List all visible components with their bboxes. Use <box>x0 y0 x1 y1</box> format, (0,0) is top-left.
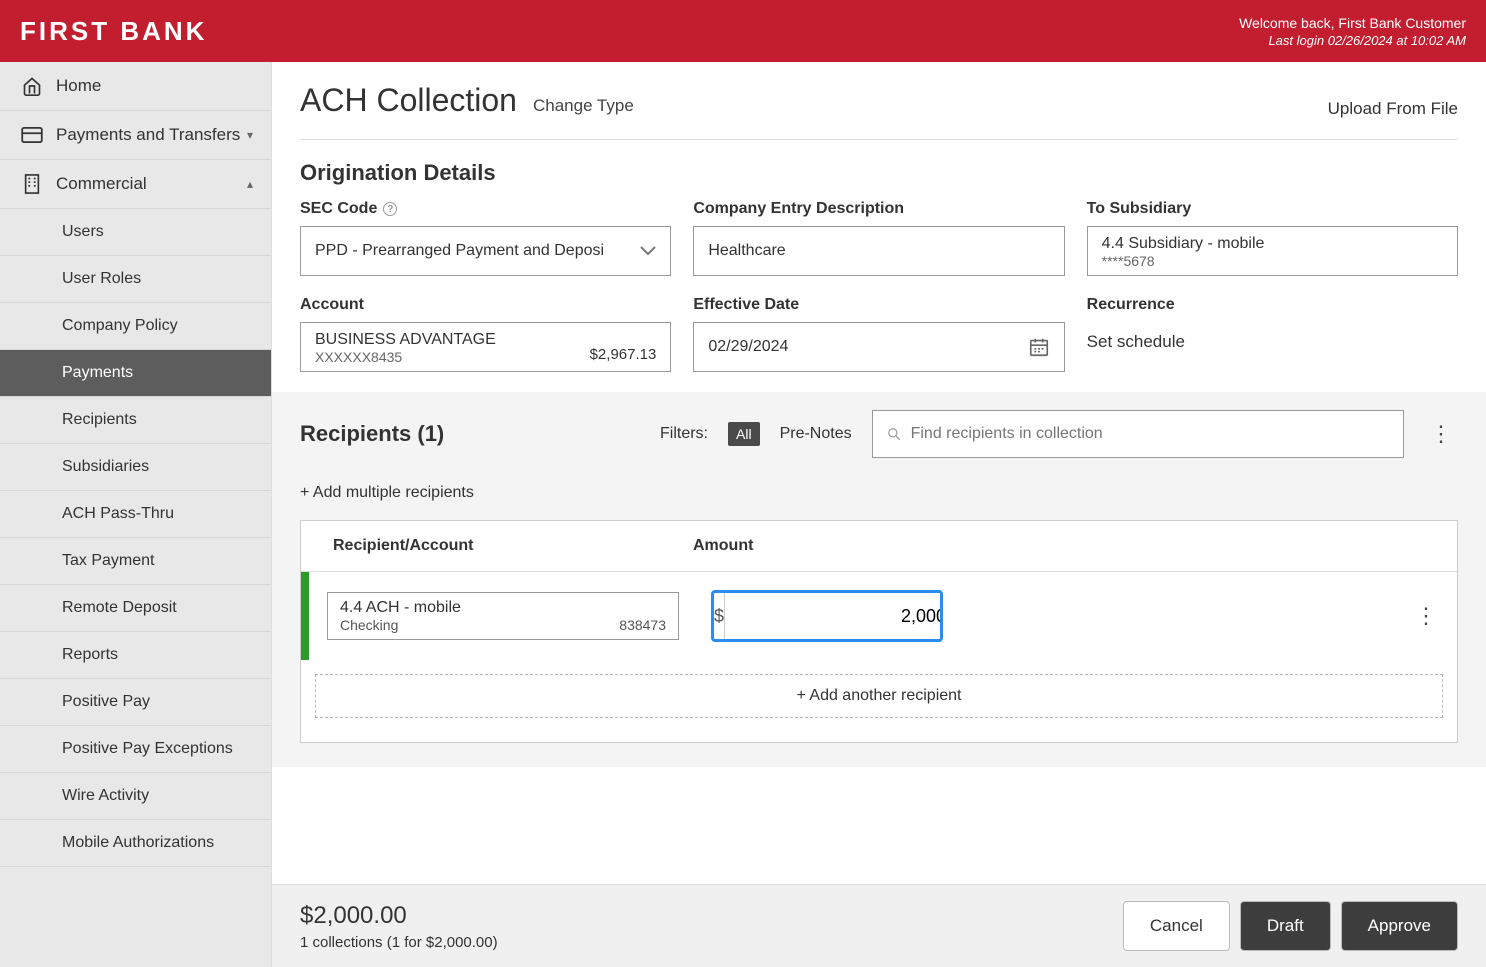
account-select[interactable]: BUSINESS ADVANTAGE XXXXXX8435 $2,967.13 <box>300 322 671 372</box>
sidebar-item-ach-passthru[interactable]: ACH Pass-Thru <box>0 491 271 538</box>
sidebar-item-payments[interactable]: Payments <box>0 350 271 397</box>
sec-code-value: PPD - Prearranged Payment and Deposi <box>315 242 604 260</box>
origination-title: Origination Details <box>300 160 1458 186</box>
sidebar-item-recipients[interactable]: Recipients <box>0 397 271 444</box>
sidebar-item-positive-pay[interactable]: Positive Pay <box>0 679 271 726</box>
sidebar-item-company-policy[interactable]: Company Policy <box>0 303 271 350</box>
building-icon <box>18 174 46 194</box>
upload-from-file-link[interactable]: Upload From File <box>1328 99 1458 119</box>
search-icon <box>887 427 901 441</box>
sidebar-item-mobile-auth[interactable]: Mobile Authorizations <box>0 820 271 867</box>
sec-code-label: SEC Code ? <box>300 200 671 218</box>
account-balance: $2,967.13 <box>590 346 657 363</box>
recipient-select[interactable]: 4.4 ACH - mobile Checking 838473 <box>327 592 679 640</box>
recurrence-label: Recurrence <box>1087 296 1458 314</box>
filter-prenotes[interactable]: Pre-Notes <box>780 425 852 443</box>
sidebar-item-user-roles[interactable]: User Roles <box>0 256 271 303</box>
sidebar: Home Payments and Transfers ▾ Commercial… <box>0 62 272 967</box>
chevron-up-icon: ▴ <box>247 177 253 191</box>
ced-label: Company Entry Description <box>693 200 1064 218</box>
total-summary: 1 collections (1 for $2,000.00) <box>300 934 498 951</box>
sidebar-label: Commercial <box>56 174 247 194</box>
subsidiary-number: ****5678 <box>1102 253 1443 269</box>
sidebar-label: Home <box>56 76 253 96</box>
page-title: ACH Collection <box>300 82 517 119</box>
help-icon[interactable]: ? <box>383 202 397 216</box>
subsidiary-name: 4.4 Subsidiary - mobile <box>1102 235 1443 253</box>
cancel-button[interactable]: Cancel <box>1123 901 1230 951</box>
effective-date-label: Effective Date <box>693 296 1064 314</box>
to-subsidiary-label: To Subsidiary <box>1087 200 1458 218</box>
sidebar-item-home[interactable]: Home <box>0 62 271 111</box>
amount-input-wrapper: $ <box>711 590 943 642</box>
welcome-block: Welcome back, First Bank Customer Last l… <box>1239 15 1466 48</box>
recipient-account-type: Checking <box>340 617 398 633</box>
sidebar-item-commercial[interactable]: Commercial ▴ <box>0 160 271 209</box>
approve-button[interactable]: Approve <box>1341 901 1458 951</box>
to-subsidiary-select[interactable]: 4.4 Subsidiary - mobile ****5678 <box>1087 226 1458 276</box>
home-icon <box>18 76 46 96</box>
sidebar-item-wire-activity[interactable]: Wire Activity <box>0 773 271 820</box>
bank-logo: FIRST BANK <box>20 16 207 47</box>
column-amount: Amount <box>693 537 933 555</box>
sidebar-item-remote-deposit[interactable]: Remote Deposit <box>0 585 271 632</box>
recipients-more-menu[interactable]: ⋮ <box>1424 421 1458 447</box>
account-label: Account <box>300 296 671 314</box>
row-more-menu[interactable]: ⋮ <box>1415 603 1437 629</box>
recipient-name: 4.4 ACH - mobile <box>340 599 666 617</box>
recipients-table: Recipient/Account Amount 4.4 ACH - mobil… <box>300 520 1458 743</box>
add-multiple-recipients-link[interactable]: + Add multiple recipients <box>300 484 1458 502</box>
sidebar-item-tax-payment[interactable]: Tax Payment <box>0 538 271 585</box>
chevron-down-icon <box>640 246 656 256</box>
sec-code-select[interactable]: PPD - Prearranged Payment and Deposi <box>300 226 671 276</box>
last-login: Last login 02/26/2024 at 10:02 AM <box>1239 33 1466 48</box>
recipient-search[interactable] <box>872 410 1404 458</box>
sidebar-item-positive-pay-exceptions[interactable]: Positive Pay Exceptions <box>0 726 271 773</box>
recipient-search-input[interactable] <box>911 425 1389 443</box>
sidebar-item-users[interactable]: Users <box>0 209 271 256</box>
sidebar-item-payments-transfers[interactable]: Payments and Transfers ▾ <box>0 111 271 160</box>
effective-date-value: 02/29/2024 <box>708 338 788 356</box>
filter-all[interactable]: All <box>728 422 760 446</box>
dollar-icon: $ <box>714 593 725 639</box>
sec-code-label-text: SEC Code <box>300 200 377 218</box>
sidebar-label: Payments and Transfers <box>56 125 247 145</box>
app-header: FIRST BANK Welcome back, First Bank Cust… <box>0 0 1486 62</box>
add-another-recipient[interactable]: + Add another recipient <box>315 674 1443 718</box>
welcome-text: Welcome back, First Bank Customer <box>1239 15 1466 31</box>
table-row: 4.4 ACH - mobile Checking 838473 $ <box>301 572 1457 660</box>
sidebar-item-reports[interactable]: Reports <box>0 632 271 679</box>
recipient-account-number: 838473 <box>619 617 666 633</box>
chevron-down-icon: ▾ <box>247 128 253 142</box>
draft-button[interactable]: Draft <box>1240 901 1331 951</box>
column-recipient: Recipient/Account <box>333 537 693 555</box>
recipients-title: Recipients (1) <box>300 421 640 447</box>
set-schedule-link[interactable]: Set schedule <box>1087 322 1458 352</box>
amount-input[interactable] <box>725 593 943 639</box>
calendar-icon <box>1028 336 1050 358</box>
filters-label: Filters: <box>660 425 708 443</box>
ced-value: Healthcare <box>708 242 785 260</box>
effective-date-input[interactable]: 02/29/2024 <box>693 322 1064 372</box>
company-entry-description-input[interactable]: Healthcare <box>693 226 1064 276</box>
footer-bar: $2,000.00 1 collections (1 for $2,000.00… <box>272 884 1486 967</box>
card-icon <box>18 127 46 143</box>
change-type-link[interactable]: Change Type <box>533 96 634 116</box>
total-amount: $2,000.00 <box>300 902 498 930</box>
sidebar-item-subsidiaries[interactable]: Subsidiaries <box>0 444 271 491</box>
